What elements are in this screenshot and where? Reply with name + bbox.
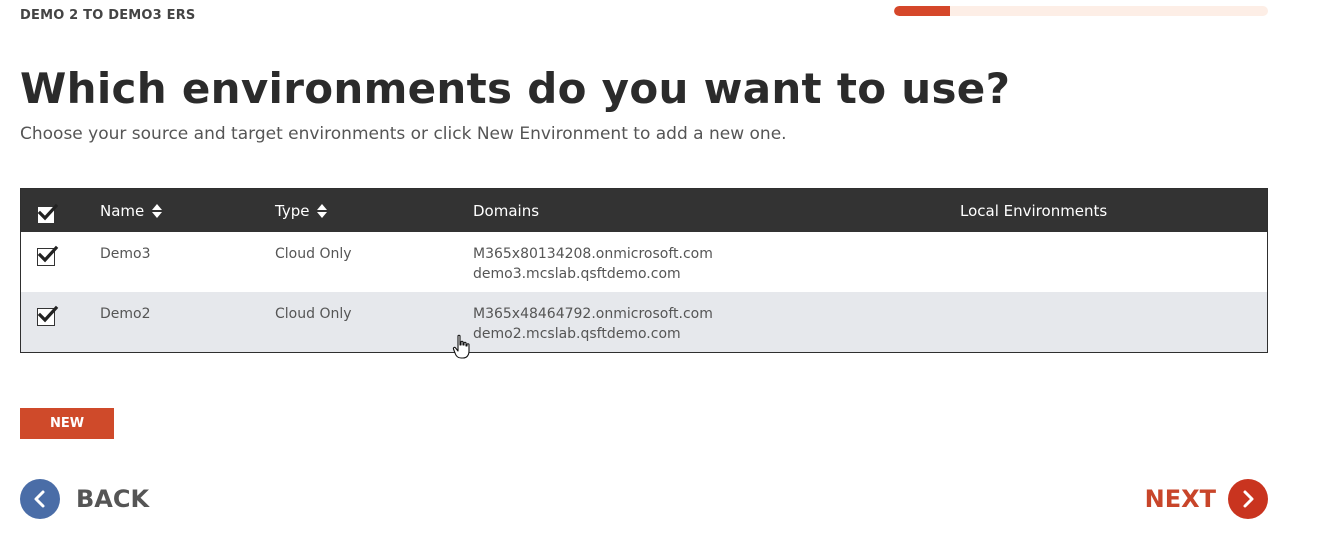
column-header-local-label: Local Environments (960, 201, 1108, 220)
row-domains: M365x80134208.onmicrosoft.com demo3.mcsl… (473, 232, 960, 292)
table-row[interactable]: Demo3 Cloud Only M365x80134208.onmicroso… (21, 232, 1267, 292)
environments-table: Name Type Domains Local Environments Dem… (20, 188, 1268, 353)
table-row[interactable]: Demo2 Cloud Only M365x48464792.onmicroso… (21, 292, 1267, 352)
row-local-environments (960, 292, 1267, 352)
row-checkbox-cell (21, 292, 100, 352)
row-local-environments (960, 232, 1267, 292)
hand-cursor-icon (452, 334, 470, 359)
new-environment-button[interactable]: NEW (20, 408, 114, 439)
table-header: Name Type Domains Local Environments (21, 189, 1267, 232)
column-header-name[interactable]: Name (100, 202, 275, 220)
domain-line: M365x48464792.onmicrosoft.com (473, 306, 713, 322)
row-checkbox[interactable] (37, 245, 59, 266)
column-header-domains-label: Domains (473, 201, 540, 220)
check-icon (37, 305, 59, 323)
back-button[interactable]: BACK (20, 479, 149, 519)
sort-icon (152, 203, 163, 218)
column-header-name-label: Name (100, 201, 145, 220)
row-name: Demo3 (100, 246, 151, 262)
back-label: BACK (76, 485, 150, 513)
project-name: DEMO 2 TO DEMO3 ERS (20, 8, 196, 23)
next-button[interactable]: NEXT (1145, 479, 1268, 519)
domain-line: demo2.mcslab.qsftdemo.com (473, 326, 681, 342)
column-header-type-label: Type (275, 201, 310, 220)
progress-bar-fill (894, 6, 951, 16)
check-icon (37, 203, 59, 221)
next-label: NEXT (1144, 485, 1216, 513)
check-icon (37, 245, 59, 263)
row-type: Cloud Only (275, 306, 352, 322)
domain-line: M365x80134208.onmicrosoft.com (473, 246, 713, 262)
page-subtitle: Choose your source and target environmen… (20, 124, 787, 144)
row-name: Demo2 (100, 306, 151, 322)
progress-bar (894, 6, 1268, 16)
row-checkbox-cell (21, 232, 100, 292)
sort-icon (317, 203, 328, 218)
chevron-left-icon (20, 479, 60, 519)
column-header-type[interactable]: Type (275, 202, 473, 220)
header-checkbox-cell (21, 189, 100, 232)
column-header-domains: Domains (473, 202, 960, 220)
chevron-right-icon (1228, 479, 1268, 519)
row-type: Cloud Only (275, 246, 352, 262)
page-title: Which environments do you want to use? (20, 64, 1011, 113)
row-domains: M365x48464792.onmicrosoft.com demo2.mcsl… (473, 292, 960, 352)
row-checkbox[interactable] (37, 305, 59, 326)
select-all-checkbox[interactable] (37, 203, 59, 224)
column-header-local-environments: Local Environments (960, 202, 1267, 220)
domain-line: demo3.mcslab.qsftdemo.com (473, 266, 681, 282)
